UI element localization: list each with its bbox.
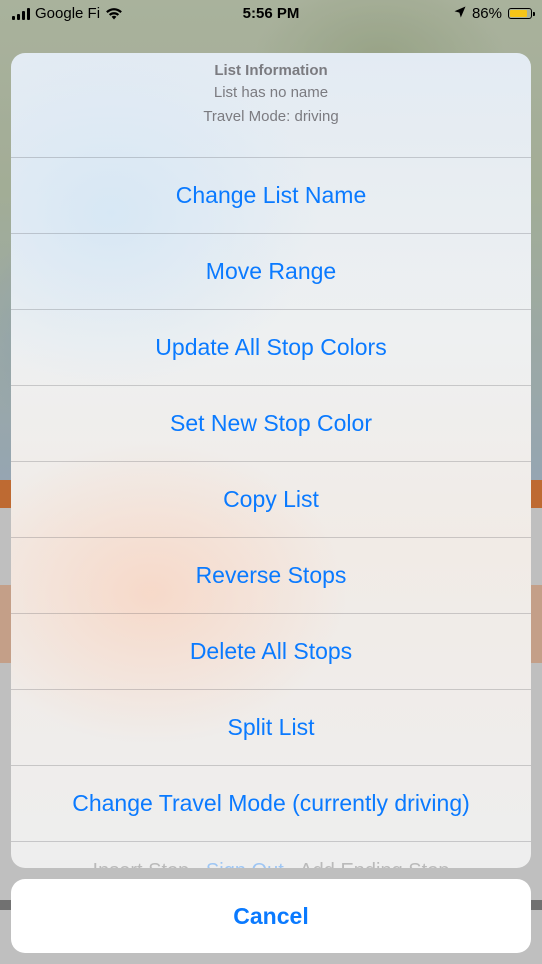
add-ending-stop-label: Add Ending Stop bbox=[299, 860, 449, 868]
battery-level bbox=[510, 10, 528, 17]
change-travel-mode-button[interactable]: Change Travel Mode (currently driving) bbox=[11, 766, 531, 842]
cancel-button[interactable]: Cancel bbox=[11, 879, 531, 953]
battery-icon bbox=[508, 8, 535, 19]
action-sheet-scroll-remainder: Insert Stop Sign Out Add Ending Stop bbox=[11, 842, 531, 868]
background-toolbar-labels: Insert Stop Sign Out Add Ending Stop bbox=[11, 860, 531, 868]
split-list-button[interactable]: Split List bbox=[11, 690, 531, 766]
list-name-info: List has no name bbox=[213, 84, 329, 101]
change-list-name-button[interactable]: Change List Name bbox=[11, 158, 531, 234]
action-sheet-title: List Information bbox=[214, 62, 328, 79]
location-arrow-icon bbox=[454, 5, 466, 22]
travel-mode-info: Travel Mode: driving bbox=[203, 108, 339, 125]
status-bar: Google Fi 5:56 PM 86% bbox=[0, 0, 542, 30]
sign-out-label: Sign Out bbox=[206, 860, 284, 868]
delete-all-stops-button[interactable]: Delete All Stops bbox=[11, 614, 531, 690]
status-right: 86% bbox=[454, 5, 535, 22]
battery-percent: 86% bbox=[471, 5, 502, 22]
move-range-button[interactable]: Move Range bbox=[11, 234, 531, 310]
action-sheet-header: List Information List has no name Travel… bbox=[11, 53, 531, 158]
insert-stop-label: Insert Stop bbox=[93, 860, 190, 868]
reverse-stops-button[interactable]: Reverse Stops bbox=[11, 538, 531, 614]
copy-list-button[interactable]: Copy List bbox=[11, 462, 531, 538]
set-new-stop-color-button[interactable]: Set New Stop Color bbox=[11, 386, 531, 462]
update-all-stop-colors-button[interactable]: Update All Stop Colors bbox=[11, 310, 531, 386]
list-information-action-sheet: List Information List has no name Travel… bbox=[11, 53, 531, 868]
app-screen: Google Fi 5:56 PM 86% List Information L… bbox=[0, 0, 542, 964]
